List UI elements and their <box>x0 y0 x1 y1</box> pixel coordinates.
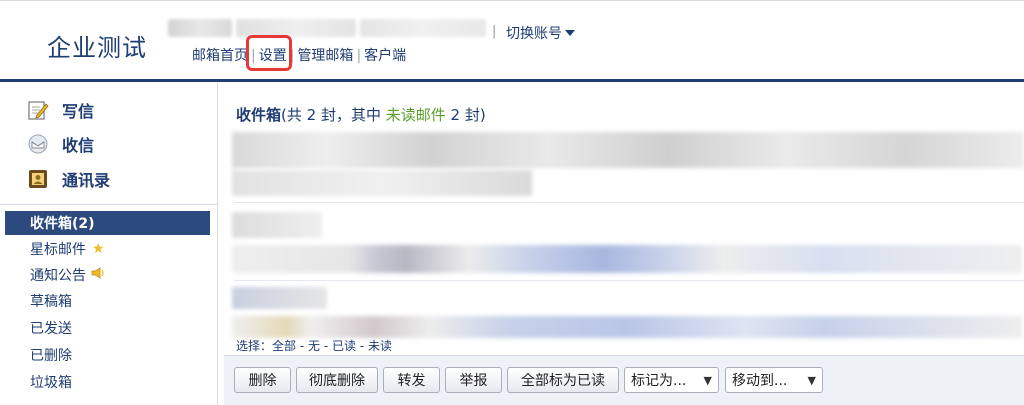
select-label: 选择： <box>236 339 273 353</box>
mark-all-read-button[interactable]: 全部标为已读 <box>507 367 619 393</box>
select-separator: - <box>356 339 368 353</box>
header-top-border <box>0 0 1024 1</box>
settings-highlight-box <box>246 35 292 71</box>
permanent-delete-button[interactable]: 彻底删除 <box>296 367 378 393</box>
folder-label: 草稿箱 <box>30 294 72 310</box>
chevron-down-icon: ▼ <box>807 374 816 387</box>
select-separator: - <box>296 339 308 353</box>
report-button[interactable]: 举报 <box>445 367 502 393</box>
folder-label: 通知公告 <box>30 268 86 284</box>
folder-sent[interactable]: 已发送 <box>0 316 217 340</box>
row-divider <box>234 202 1024 203</box>
select-read-link[interactable]: 已读 <box>332 339 356 353</box>
folder-deleted[interactable]: 已删除 <box>0 343 217 367</box>
receive-mail-label: 收信 <box>62 136 95 155</box>
sidebar: 写信 收信 通讯录 收件箱(2) 星标邮件 ★ 通知公告 草稿箱 已发送 已删除 … <box>0 82 218 405</box>
delete-button[interactable]: 删除 <box>234 367 291 393</box>
top-nav: 邮箱首页 | 设置 | 管理邮箱 | 客户端 <box>192 45 406 65</box>
email-row-redacted[interactable] <box>232 132 1024 168</box>
row-divider <box>234 280 1024 281</box>
folder-inbox[interactable]: 收件箱(2) <box>5 211 210 235</box>
folder-starred[interactable]: 星标邮件 ★ <box>0 237 217 261</box>
folder-label: 已发送 <box>30 321 72 337</box>
compose-label: 写信 <box>62 102 95 121</box>
mailbox-title: 收件箱(共 2 封，其中 未读邮件 2 封) <box>236 104 486 125</box>
mail-list-panel: 收件箱(共 2 封，其中 未读邮件 2 封) 选择：全部 - 无 - 已读 - … <box>224 82 1024 405</box>
contacts-label: 通讯录 <box>62 171 111 190</box>
unread-link[interactable]: 未读邮件 <box>386 106 446 124</box>
mailbox-name: 收件箱 <box>236 106 282 124</box>
mail-toolbar: 删除 彻底删除 转发 举报 全部标为已读 标记为... ▼ 移动到... ▼ <box>224 355 1024 405</box>
account-email-redacted <box>360 19 486 37</box>
compose-button[interactable]: 写信 <box>27 97 94 123</box>
folder-drafts[interactable]: 草稿箱 <box>0 289 217 313</box>
switch-account-label: 切换账号 <box>506 26 562 42</box>
folder-label: 收件箱(2) <box>30 216 95 232</box>
move-to-label: 移动到... <box>732 373 788 389</box>
select-bar: 选择：全部 - 无 - 已读 - 未读 <box>236 337 392 354</box>
select-all-link[interactable]: 全部 <box>272 339 296 353</box>
switch-account-button[interactable]: 切换账号 <box>506 23 575 43</box>
caret-down-icon <box>565 30 575 36</box>
select-unread-link[interactable]: 未读 <box>368 339 392 353</box>
chevron-down-icon: ▼ <box>703 374 712 387</box>
account-email-redacted <box>168 19 232 37</box>
star-icon: ★ <box>92 241 105 257</box>
folder-label: 已删除 <box>30 348 72 364</box>
nav-manage-mailbox[interactable]: 管理邮箱 <box>297 48 353 64</box>
email-row-redacted[interactable] <box>232 212 322 238</box>
company-logo: 企业测试 <box>47 34 147 62</box>
header: 企业测试 | 切换账号 邮箱首页 | 设置 | 管理邮箱 | 客户端 <box>0 0 1024 82</box>
select-separator: - <box>320 339 332 353</box>
sidebar-divider <box>0 204 217 205</box>
nav-mail-home[interactable]: 邮箱首页 <box>192 48 248 64</box>
receive-mail-button[interactable]: 收信 <box>27 131 94 157</box>
folder-announcements[interactable]: 通知公告 <box>0 263 217 287</box>
folder-junk[interactable]: 垃圾箱 <box>0 370 217 394</box>
nav-separator: | <box>356 48 362 64</box>
email-row-redacted[interactable] <box>232 287 327 309</box>
email-row-redacted[interactable] <box>232 245 1022 273</box>
move-to-dropdown[interactable]: 移动到... ▼ <box>725 367 823 393</box>
select-none-link[interactable]: 无 <box>308 339 320 353</box>
horn-icon <box>91 267 105 283</box>
email-row-redacted[interactable] <box>232 316 1022 338</box>
folder-label: 星标邮件 <box>30 242 86 258</box>
inbox-receive-icon <box>27 133 49 155</box>
contacts-button[interactable]: 通讯录 <box>27 166 110 192</box>
mark-as-dropdown[interactable]: 标记为... ▼ <box>624 367 719 393</box>
compose-icon <box>27 99 49 121</box>
contacts-icon <box>27 168 49 190</box>
mailbox-count-tail: 2 封) <box>445 106 486 124</box>
folder-label: 垃圾箱 <box>30 375 72 391</box>
header-separator: | <box>492 24 497 39</box>
forward-button[interactable]: 转发 <box>383 367 440 393</box>
email-row-redacted[interactable] <box>232 170 532 196</box>
mailbox-count: (共 2 封，其中 <box>281 106 386 124</box>
nav-client[interactable]: 客户端 <box>364 48 406 64</box>
mark-as-label: 标记为... <box>631 373 687 389</box>
